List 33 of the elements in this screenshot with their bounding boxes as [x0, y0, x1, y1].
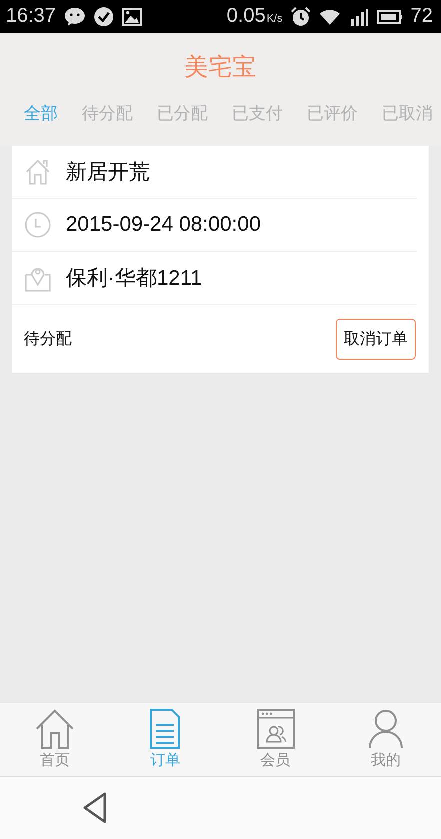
image-icon — [122, 8, 142, 26]
filter-tab[interactable]: 已取消 — [374, 100, 441, 127]
filter-tab[interactable]: 已评价 — [299, 100, 366, 127]
house-icon — [24, 158, 52, 186]
document-icon — [150, 709, 180, 749]
nav-tab[interactable]: 首页 — [0, 703, 110, 776]
service-name: 新居开荒 — [66, 160, 150, 186]
check-icon — [94, 6, 114, 26]
app-title: 美宅宝 — [184, 52, 256, 82]
nav-tab[interactable]: 我的 — [330, 703, 441, 776]
nav-tab[interactable]: 会员 — [220, 703, 331, 776]
order-status: 待分配 — [24, 328, 72, 350]
battery-icon — [376, 8, 403, 24]
clock-time: 16:37 — [6, 5, 56, 28]
members-window-icon — [256, 709, 295, 749]
house-icon — [35, 709, 76, 749]
signal-icon — [348, 6, 369, 26]
order-time: 2015-09-24 08:00:00 — [66, 213, 261, 237]
filter-tab[interactable]: 已分配 — [149, 100, 216, 127]
battery-level: 72 — [410, 5, 433, 28]
clock-icon — [24, 211, 52, 239]
chat-icon — [64, 6, 86, 26]
network-speed: 0.05 K/s — [226, 5, 283, 28]
filter-tab[interactable]: 全部 — [16, 100, 66, 127]
filter-tab[interactable]: 待分配 — [74, 100, 141, 127]
alarm-icon — [290, 6, 311, 26]
nav-tab[interactable]: 订单 — [110, 703, 220, 776]
person-icon — [368, 709, 404, 749]
order-address: 保利·华都1211 — [66, 266, 202, 292]
back-icon[interactable] — [83, 792, 107, 824]
filter-tab[interactable]: 已支付 — [224, 100, 291, 127]
cancel-order-button[interactable]: 取消订单 — [336, 318, 416, 360]
wifi-icon — [318, 8, 341, 26]
